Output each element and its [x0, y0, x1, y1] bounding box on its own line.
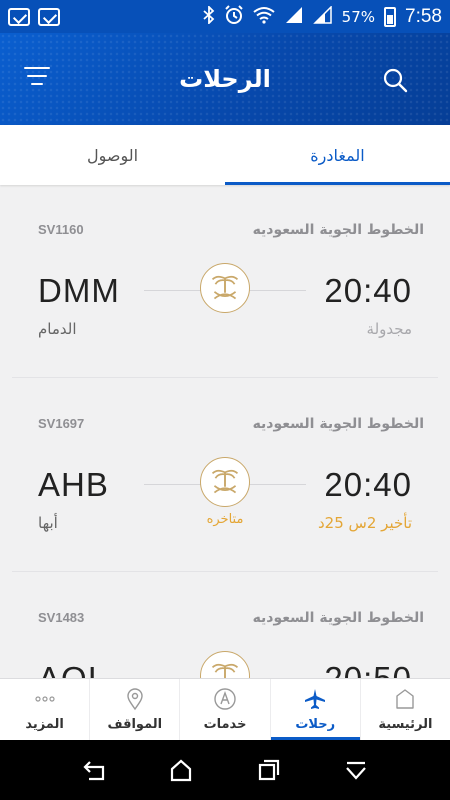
system-nav-bar [0, 740, 450, 800]
nav-item-parking[interactable]: المواقف [89, 679, 179, 740]
home-icon [396, 689, 415, 709]
departure-time: 20:50 [324, 660, 412, 678]
tab-arrivals[interactable]: الوصول [0, 125, 225, 185]
email-notification-icon [38, 7, 60, 26]
destination-city: الدمام [38, 320, 77, 338]
flight-card[interactable]: الخطوط الجوية السعوديه SV1483 AQI 20:50 [12, 588, 438, 678]
services-icon [214, 688, 236, 710]
tab-departures[interactable]: المغادرة [225, 125, 450, 185]
delayed-badge: متاخره [206, 512, 244, 527]
nav-label: المواقف [107, 717, 163, 732]
departure-time: 20:40 [324, 272, 412, 309]
nav-item-more[interactable]: المزيد [0, 679, 89, 740]
airline-name: الخطوط الجوية السعوديه [252, 222, 424, 238]
nav-label: الرئيسية [378, 717, 433, 732]
airline-logo-icon [200, 263, 250, 313]
airline-logo-icon [200, 651, 250, 678]
alarm-icon [224, 5, 244, 28]
destination-code: AHB [38, 466, 109, 503]
nav-label: خدمات [203, 717, 247, 732]
flight-number: SV1697 [38, 416, 85, 431]
tab-bar: الوصول المغادرة [0, 125, 450, 185]
flight-number: SV1160 [38, 222, 84, 237]
destination-code: DMM [38, 272, 120, 309]
signal-icon [284, 6, 304, 27]
wifi-icon [253, 6, 275, 27]
email-notification-icon [8, 7, 30, 26]
status-bar: 57% 7:58 [0, 0, 450, 33]
nav-item-flights[interactable]: رحلات [269, 679, 361, 740]
airline-name: الخطوط الجوية السعوديه [252, 416, 424, 432]
page-title: الرحلات [179, 65, 271, 93]
airline-name: الخطوط الجوية السعوديه [252, 610, 424, 626]
recents-icon[interactable] [256, 757, 282, 783]
airplane-icon [305, 689, 326, 709]
flight-status: تأخير 2س 25د [317, 514, 412, 532]
flight-card[interactable]: الخطوط الجوية السعوديه SV1160 DMM 20:40 … [12, 200, 438, 378]
nav-item-home[interactable]: الرئيسية [359, 679, 450, 740]
filter-icon[interactable] [24, 67, 50, 87]
battery-percent: 57% [341, 7, 376, 26]
clock: 7:58 [405, 5, 442, 27]
search-icon[interactable] [382, 67, 408, 93]
more-icon [34, 696, 55, 702]
notification-shade-icon[interactable] [343, 757, 369, 783]
airline-logo-icon [200, 457, 250, 507]
signal-icon [312, 5, 333, 27]
destination-code: AQI [38, 660, 98, 678]
nav-label: رحلات [295, 717, 336, 732]
back-icon[interactable] [81, 757, 107, 783]
bottom-nav: المزيد المواقف خدمات رحلات الرئيسية [0, 678, 450, 740]
departure-time: 20:40 [324, 466, 412, 503]
destination-city: أبها [38, 514, 58, 532]
app-header: الرحلات [0, 33, 450, 125]
flight-number: SV1483 [38, 610, 85, 625]
nav-label: المزيد [25, 717, 64, 732]
battery-icon [384, 6, 397, 27]
bluetooth-icon [203, 4, 215, 27]
flight-status: مجدولة [366, 320, 412, 338]
nav-item-services[interactable]: خدمات [179, 679, 269, 740]
flight-list[interactable]: الخطوط الجوية السعوديه SV1160 DMM 20:40 … [12, 200, 438, 678]
flight-card[interactable]: الخطوط الجوية السعوديه SV1697 AHB 20:40 … [12, 394, 438, 572]
location-pin-icon [127, 688, 143, 711]
home-button-icon[interactable] [168, 757, 194, 783]
